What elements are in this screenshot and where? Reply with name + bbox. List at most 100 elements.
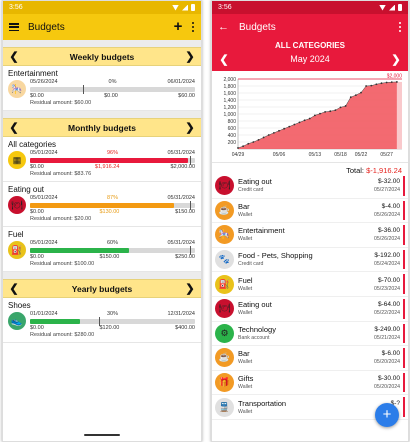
x-tick-label: 05/27 xyxy=(380,152,393,158)
budget-spent-amount: $150.00 xyxy=(99,254,120,260)
data-point xyxy=(242,145,245,148)
transaction-row[interactable]: ☕ Bar $-4.00 Wallet 05/26/2024 xyxy=(212,199,408,224)
home-gesture-bar[interactable] xyxy=(84,434,120,436)
transaction-row[interactable]: ⚙ Technology $-249.00 Bank account 05/21… xyxy=(212,322,408,347)
transaction-account: Wallet xyxy=(238,236,253,243)
categories-icon: ▦ xyxy=(8,151,26,169)
budget-item[interactable]: Shoes 👟 01/01/2024 30% 12/31/2024 $0.00 xyxy=(3,298,201,343)
budget-spent-amount: $120.00 xyxy=(99,325,120,331)
transaction-amount: $-32.00 xyxy=(377,178,400,186)
back-arrow-icon[interactable]: ← xyxy=(218,21,229,33)
add-budget-button[interactable]: + xyxy=(171,19,185,34)
data-point xyxy=(237,147,239,149)
battery-icon xyxy=(191,4,195,11)
budget-item[interactable]: Fuel ⛽ 05/01/2024 60% 05/31/2024 $0.00 $… xyxy=(3,227,201,272)
system-nav-bar xyxy=(3,427,201,441)
budget-start-amount: $0.00 xyxy=(30,93,44,99)
status-bar: 3:56 xyxy=(3,1,201,14)
add-transaction-button[interactable]: + xyxy=(375,403,399,427)
budget-start-amount: $0.00 xyxy=(30,209,44,215)
more-options-icon[interactable] xyxy=(191,22,195,32)
weekly-section-header: ❮ Weekly budgets ❯ xyxy=(3,47,201,66)
transaction-account: Wallet xyxy=(238,359,253,366)
budget-start-date: 05/01/2024 xyxy=(30,150,58,156)
transaction-amount: $-36.00 xyxy=(377,227,400,235)
next-year-arrow-icon[interactable]: ❯ xyxy=(185,282,195,295)
budget-percentage: 30% xyxy=(106,311,118,317)
category-detail-screen: 3:56 ← Budgets ALL CATEGORIES ❮ May 2024… xyxy=(211,0,409,442)
gift-icon: 🎁 xyxy=(215,373,234,393)
data-point xyxy=(360,91,362,94)
budget-progress-fill xyxy=(30,158,189,163)
budget-percentage: 60% xyxy=(106,240,118,246)
budget-spent-amount: $0.00 xyxy=(104,93,118,99)
budget-total-amount: $150.00 xyxy=(175,209,195,215)
budget-progress-bar xyxy=(30,201,195,210)
budget-start-amount: $0.00 xyxy=(30,164,44,170)
x-tick-label: 05/22 xyxy=(355,152,368,158)
data-point xyxy=(385,81,388,84)
budget-percentage: 0% xyxy=(108,79,117,85)
wifi-icon xyxy=(379,4,386,11)
prev-month-arrow-icon[interactable]: ❮ xyxy=(219,53,229,66)
next-week-arrow-icon[interactable]: ❯ xyxy=(185,50,195,63)
today-marker xyxy=(82,85,84,94)
transaction-list: 🍽 Eating out $-32.00 Credit card 05/27/2… xyxy=(212,174,408,420)
month-label: May 2024 xyxy=(290,54,330,64)
section-title: Weekly budgets xyxy=(69,51,135,62)
budget-progress-bar xyxy=(30,85,195,94)
budget-residual: Residual amount: $20.00 xyxy=(30,216,92,222)
menu-icon[interactable] xyxy=(9,23,19,31)
y-tick-label: 1,000 xyxy=(223,112,236,118)
transaction-date: 05/23/2024 xyxy=(374,285,400,292)
data-point xyxy=(334,109,337,112)
data-point xyxy=(283,127,286,130)
dining-icon: 🍽 xyxy=(8,196,26,214)
data-point xyxy=(354,94,357,96)
next-month-arrow-icon[interactable]: ❯ xyxy=(185,121,195,134)
transaction-category: Gifts xyxy=(238,374,254,384)
transaction-row[interactable]: 🍽 Eating out $-32.00 Credit card 05/27/2… xyxy=(212,174,408,199)
expense-indicator xyxy=(403,298,405,319)
more-options-icon[interactable] xyxy=(398,22,402,32)
data-point xyxy=(324,111,327,113)
carousel-icon: 🎠 xyxy=(215,225,234,245)
transaction-row[interactable]: 🎠 Entertainment $-36.00 Wallet 05/26/202… xyxy=(212,223,408,248)
transaction-row[interactable]: 🎁 Gifts $-30.00 Wallet 05/20/2024 xyxy=(212,371,408,396)
budget-item[interactable]: Eating out 🍽 05/01/2024 87% 05/31/2024 $… xyxy=(3,182,201,227)
data-point xyxy=(365,85,368,87)
month-selector: ❮ May 2024 ❯ xyxy=(212,51,408,67)
budget-limit-label: $2,000 xyxy=(387,74,403,80)
transaction-row[interactable]: 🍽 Eating out $-64.00 Wallet 05/22/2024 xyxy=(212,297,408,322)
budget-progress-bar xyxy=(30,156,195,165)
transaction-category: Technology xyxy=(238,324,276,334)
coffee-icon: ☕ xyxy=(215,200,234,220)
budget-total-amount: $60.00 xyxy=(178,93,195,99)
budget-percentage: 87% xyxy=(106,195,118,201)
next-month-arrow-icon[interactable]: ❯ xyxy=(391,53,401,66)
prev-year-arrow-icon[interactable]: ❮ xyxy=(9,282,19,295)
spending-area-chart: 2004006008001,0001,2001,4001,6001,8002,0… xyxy=(223,74,403,159)
data-point xyxy=(278,129,280,132)
data-point xyxy=(257,139,260,141)
y-tick-label: 1,400 xyxy=(223,98,236,104)
future-area xyxy=(396,81,402,149)
shoe-icon: 👟 xyxy=(8,312,26,330)
transaction-row[interactable]: 🐾 Food - Pets, Shopping $-192.00 Credit … xyxy=(212,248,408,273)
transaction-date: 05/22/2024 xyxy=(374,310,400,317)
budget-item[interactable]: All categories ▦ 05/01/2024 96% 05/31/20… xyxy=(3,137,201,182)
pet-food-icon: 🐾 xyxy=(215,250,234,270)
prev-month-arrow-icon[interactable]: ❮ xyxy=(9,121,19,134)
data-point xyxy=(395,81,398,83)
budget-end-date: 06/01/2024 xyxy=(167,79,195,85)
budget-end-date: 12/31/2024 xyxy=(167,311,195,317)
transaction-row[interactable]: ☕ Bar $-6.00 Wallet 05/20/2024 xyxy=(212,346,408,371)
transaction-amount: $-30.00 xyxy=(377,375,400,383)
category-header: ALL CATEGORIES ❮ May 2024 ❯ xyxy=(212,40,408,71)
transaction-category: Food - Pets, Shopping xyxy=(238,251,313,261)
transaction-row[interactable]: ⛽ Fuel $-70.00 Wallet 05/23/2024 xyxy=(212,272,408,297)
budget-item[interactable]: Entertainment 🎠 05/26/2024 0% 06/01/2024… xyxy=(3,66,201,111)
prev-week-arrow-icon[interactable]: ❮ xyxy=(9,50,19,63)
budget-residual: Residual amount: $60.00 xyxy=(30,100,92,106)
data-point xyxy=(267,134,270,136)
